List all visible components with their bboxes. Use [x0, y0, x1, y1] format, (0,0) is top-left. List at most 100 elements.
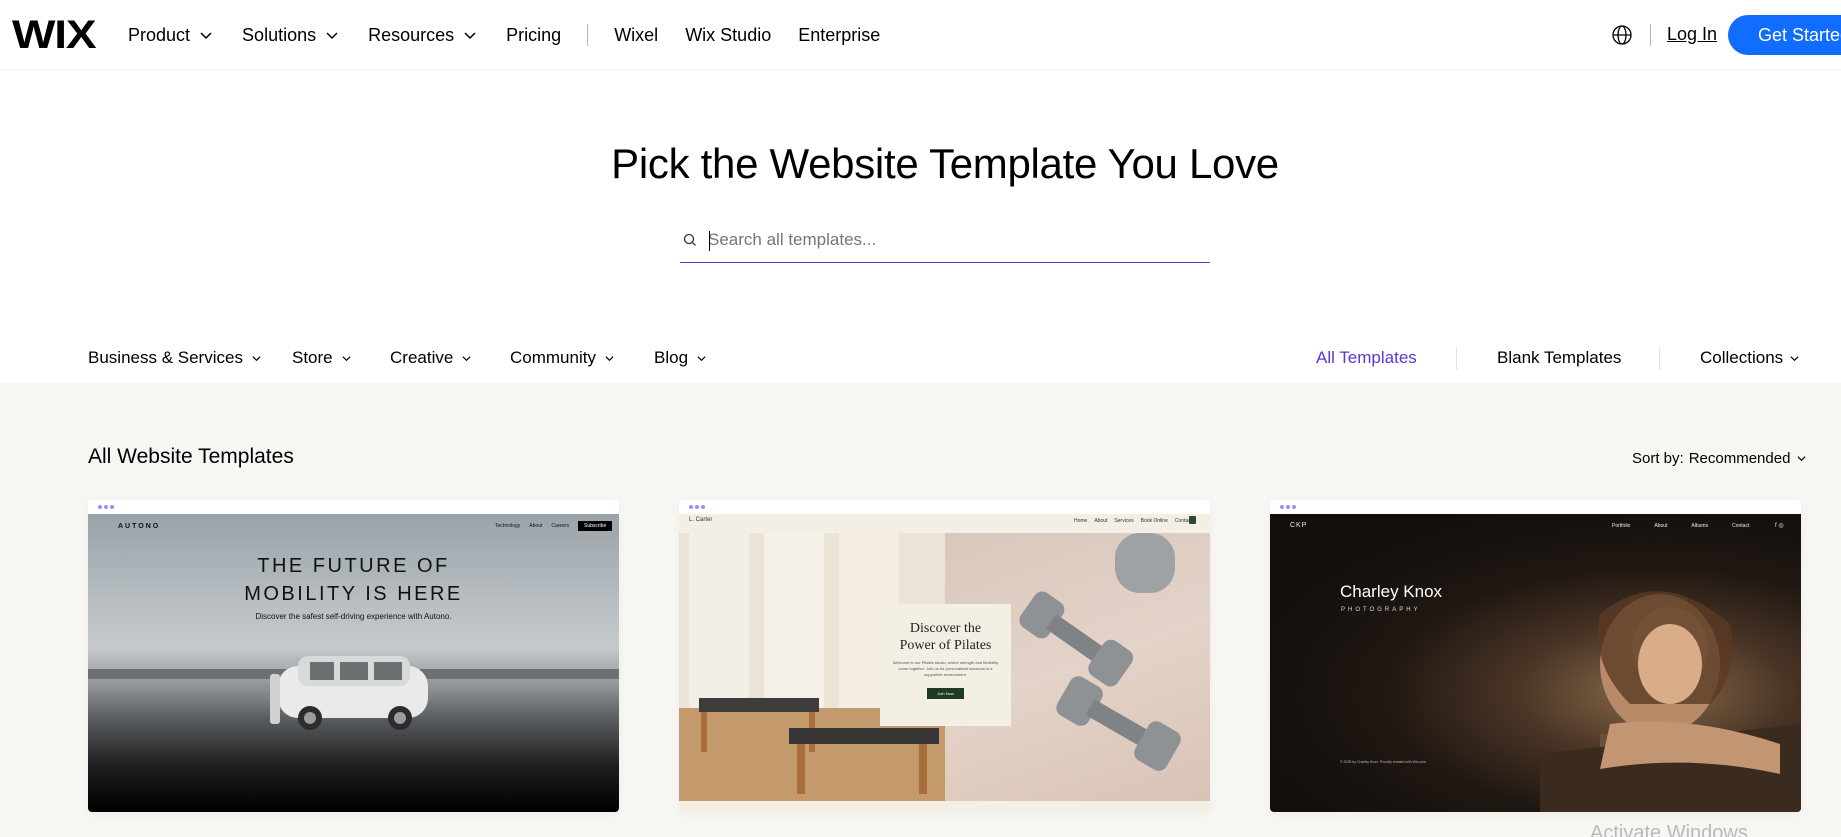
nav-divider	[587, 24, 589, 46]
preview-link: Technology	[495, 523, 521, 529]
sort-label: Sort by:	[1632, 450, 1684, 467]
category-creative[interactable]: Creative	[390, 348, 471, 368]
chevron-down-icon	[252, 355, 261, 361]
preview-brand: AUTONO	[118, 523, 161, 530]
category-blog[interactable]: Blog	[654, 348, 706, 368]
preview-link: Services	[1114, 518, 1134, 524]
sort-dropdown[interactable]: Sort by: Recommended	[1632, 450, 1806, 467]
nav-pricing-label: Pricing	[506, 24, 562, 45]
nav-product-label: Product	[128, 24, 191, 45]
nav-solutions-label: Solutions	[242, 24, 317, 45]
preview-headline-line: Discover the	[909, 621, 982, 636]
preview-headline-line: MOBILITY IS HERE	[244, 583, 463, 605]
chevron-down-icon	[464, 32, 476, 40]
category-label: Store	[292, 348, 333, 367]
tab-all-templates[interactable]: All Templates	[1316, 348, 1417, 368]
category-business-services[interactable]: Business & Services	[88, 348, 261, 368]
template-preview: AUTONO Technology About Careers Subscrib…	[88, 514, 619, 812]
gallery-title: All Website Templates	[88, 445, 294, 468]
cart-icon	[1189, 516, 1196, 524]
category-community[interactable]: Community	[510, 348, 614, 368]
browser-bar	[1270, 500, 1801, 514]
collections-label: Collections	[1700, 348, 1784, 367]
preview-link: About	[529, 523, 543, 529]
tab-blank-templates[interactable]: Blank Templates	[1497, 348, 1621, 368]
browser-bar	[88, 500, 619, 514]
nav-pricing[interactable]: Pricing	[506, 25, 561, 46]
preview-link: About	[1654, 523, 1668, 529]
portrait-photo	[1540, 591, 1801, 812]
preview-link: Careers	[551, 523, 570, 529]
preview-link: Albums	[1691, 523, 1709, 529]
category-store[interactable]: Store	[292, 348, 351, 368]
search-icon	[683, 233, 696, 246]
window-dots-icon	[1280, 505, 1298, 509]
template-gallery: All Website Templates Sort by: Recommend…	[0, 383, 1841, 837]
preview-links: Portfolio About Albums Contact	[1612, 523, 1749, 529]
top-navigation-bar: WIX Product Solutions Resources Pricing …	[0, 0, 1841, 70]
category-bar: Business & Services Store Creative Commu…	[0, 340, 1841, 383]
nav-resources[interactable]: Resources	[368, 25, 476, 46]
preview-brand: CKP	[1290, 522, 1308, 529]
preview-link: Book Online	[1140, 518, 1168, 524]
windows-watermark: Activate Windows	[1590, 822, 1748, 837]
wix-logo[interactable]: WIX	[12, 12, 97, 58]
preview-brand: L. Carter	[689, 517, 713, 523]
preview-subscribe-button: Subscribe	[578, 521, 613, 531]
chevron-down-icon	[1790, 355, 1799, 361]
nav-resources-label: Resources	[368, 24, 455, 45]
preview-join-button: Join Now	[927, 688, 964, 699]
tab-collections[interactable]: Collections	[1700, 348, 1799, 368]
nav-product[interactable]: Product	[128, 25, 212, 46]
chevron-down-icon	[697, 355, 706, 361]
category-label: Community	[510, 348, 596, 367]
template-preview: CKP Portfolio About Albums Contact f ◎ C…	[1270, 514, 1801, 812]
browser-bar	[679, 500, 1210, 514]
template-card-pilates[interactable]: L. Carter Home About Services Book Onlin…	[679, 500, 1210, 812]
window-dots-icon	[98, 505, 116, 509]
category-divider	[1456, 348, 1457, 370]
preview-tagline: Discover the safest self-driving experie…	[255, 612, 452, 621]
preview-body: Welcome to our Pilates studio, where str…	[892, 660, 999, 677]
chevron-down-icon	[462, 355, 471, 361]
nav-enterprise[interactable]: Enterprise	[798, 25, 880, 46]
preview-link: Contact	[1732, 523, 1750, 529]
main-nav: Product Solutions Resources Pricing Wixe…	[128, 22, 907, 48]
globe-icon[interactable]	[1611, 24, 1633, 46]
preview-hero-box: Discover the Power of Pilates Welcome to…	[880, 604, 1011, 726]
preview-links: Technology About Careers	[495, 523, 569, 529]
chevron-down-icon	[200, 32, 212, 40]
login-link[interactable]: Log In	[1667, 24, 1717, 45]
header-divider	[1650, 24, 1651, 46]
preview-name: Charley Knox	[1340, 582, 1443, 601]
category-label: Business & Services	[88, 348, 243, 367]
preview-headline: THE FUTURE OF MOBILITY IS HERE	[88, 552, 619, 608]
chevron-down-icon	[326, 32, 338, 40]
car-icon	[270, 656, 428, 730]
template-card-autono[interactable]: AUTONO Technology About Careers Subscrib…	[88, 500, 619, 812]
get-started-button[interactable]: Get Started	[1728, 15, 1841, 55]
chevron-down-icon	[342, 355, 351, 361]
category-label: Blog	[654, 348, 689, 367]
preview-nav: L. Carter Home About Services Book Onlin…	[689, 516, 1199, 529]
template-preview: L. Carter Home About Services Book Onlin…	[679, 514, 1210, 812]
sort-value: Recommended	[1688, 450, 1791, 467]
social-icons: f ◎	[1775, 523, 1784, 529]
search-input[interactable]	[708, 225, 1198, 255]
chevron-down-icon	[1797, 456, 1806, 462]
template-card-charley-knox[interactable]: CKP Portfolio About Albums Contact f ◎ C…	[1270, 500, 1801, 812]
preview-subtitle: PHOTOGRAPHY	[1341, 607, 1421, 613]
template-search	[680, 222, 1210, 263]
nav-wix-studio[interactable]: Wix Studio	[685, 25, 771, 46]
window-dots-icon	[689, 505, 707, 509]
chevron-down-icon	[605, 355, 614, 361]
text-caret	[709, 231, 710, 251]
preview-links: Home About Services Book Online Contact	[1074, 518, 1192, 524]
preview-link: Home	[1074, 518, 1088, 524]
preview-copyright: © 2035 by Charley Knox. Proudly created …	[1340, 760, 1427, 764]
category-divider	[1659, 348, 1660, 370]
nav-solutions[interactable]: Solutions	[242, 25, 338, 46]
preview-link: Portfolio	[1612, 523, 1631, 529]
category-label: Creative	[390, 348, 454, 367]
nav-wixel[interactable]: Wixel	[614, 25, 658, 46]
